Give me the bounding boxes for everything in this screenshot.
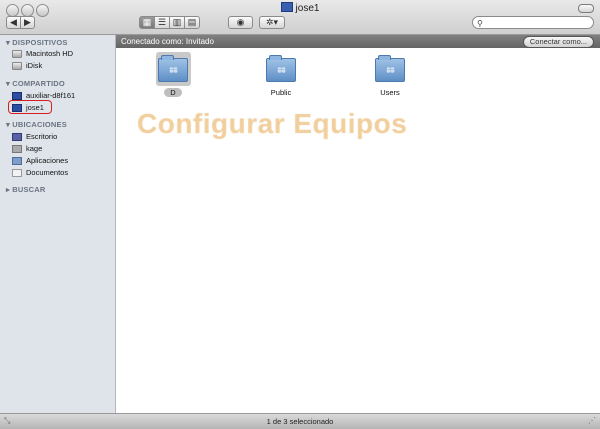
applications-icon [12, 156, 22, 165]
sidebar-item-label: Documentos [26, 168, 69, 177]
sidebar-item-documentos[interactable]: Documentos [12, 167, 68, 178]
connected-as-label: Conectado como: Invitado [121, 37, 214, 46]
sidebar-item-aplicaciones[interactable]: Aplicaciones [12, 155, 68, 166]
sidebar-item-label: kage [26, 144, 43, 153]
search-icon: ⚲ [477, 19, 483, 28]
window-title: jose1 [0, 2, 600, 14]
eye-icon: ◉ [236, 17, 245, 27]
list-view-button[interactable]: ☰ [154, 16, 170, 29]
column-view-button[interactable]: ▥ [169, 16, 185, 29]
icon-view-button[interactable]: ▦ [139, 16, 155, 29]
icon-view-icon: ▦ [142, 17, 152, 27]
selection-count: 1 de 3 seleccionado [266, 417, 334, 426]
shared-folder-icon [375, 55, 405, 82]
connect-as-button[interactable]: Conectar como... [522, 36, 594, 48]
sidebar-item-label: Escritorio [26, 132, 58, 141]
section-title: BUSCAR [12, 185, 46, 194]
network-computer-icon [12, 91, 22, 100]
home-icon [12, 144, 22, 153]
shared-folder-icon [158, 55, 188, 82]
title-bar: jose1 ◀ ▶ ▦ ☰ ▥ ▤ ◉ ✲▾ ⚲ [0, 0, 600, 35]
back-button[interactable]: ◀ [6, 16, 21, 29]
sidebar-section-buscar[interactable]: ▸ BUSCAR [6, 185, 46, 194]
connection-bar: Conectado como: Invitado Conectar como..… [116, 35, 600, 48]
action-menu-button[interactable]: ✲▾ [259, 16, 285, 29]
window-resize-icon[interactable]: ⋰ [588, 416, 596, 425]
coverflow-view-button[interactable]: ▤ [184, 16, 200, 29]
folder-label: D [164, 88, 182, 97]
documents-icon [12, 168, 22, 177]
sidebar: ▾ DISPOSITIVOS Macintosh HD iDisk ▾ COMP… [0, 35, 116, 413]
hard-drive-icon [12, 49, 22, 58]
forward-arrow-icon: ▶ [24, 17, 31, 27]
desktop-icon [12, 132, 22, 141]
file-browser-area[interactable]: D Public Users Configurar Equipos [116, 48, 600, 413]
watermark-text: Configurar Equipos [137, 108, 408, 139]
column-view-icon: ▥ [172, 17, 182, 27]
idisk-icon [12, 61, 22, 70]
coverflow-view-icon: ▤ [187, 17, 197, 27]
section-title: UBICACIONES [12, 120, 67, 129]
gear-icon: ✲▾ [265, 17, 279, 27]
section-title: DISPOSITIVOS [12, 38, 68, 47]
folder-d[interactable]: D [143, 55, 203, 97]
folder-label: Public [270, 88, 292, 97]
sidebar-item-label: auxiliar-d8f161 [26, 91, 76, 100]
folder-public[interactable]: Public [251, 55, 311, 97]
sidebar-section-compartido[interactable]: ▾ COMPARTIDO [6, 79, 65, 88]
section-title: COMPARTIDO [12, 79, 65, 88]
sidebar-item-idisk[interactable]: iDisk [12, 60, 42, 71]
toolbar-toggle-button[interactable] [578, 4, 594, 13]
sidebar-item-kage[interactable]: kage [12, 143, 42, 154]
sidebar-section-dispositivos[interactable]: ▾ DISPOSITIVOS [6, 38, 68, 47]
sidebar-item-escritorio[interactable]: Escritorio [12, 131, 57, 142]
folder-label: Users [380, 88, 400, 97]
back-arrow-icon: ◀ [10, 17, 17, 27]
forward-button[interactable]: ▶ [20, 16, 35, 29]
sidebar-item-label: Aplicaciones [26, 156, 69, 165]
status-bar: ⤡ 1 de 3 seleccionado ⋰ [0, 413, 600, 429]
search-input[interactable] [487, 17, 587, 28]
network-computer-icon [280, 2, 293, 12]
sidebar-section-ubicaciones[interactable]: ▾ UBICACIONES [6, 120, 67, 129]
shared-folder-icon [266, 55, 296, 82]
folder-users[interactable]: Users [360, 55, 420, 97]
finder-window: jose1 ◀ ▶ ▦ ☰ ▥ ▤ ◉ ✲▾ ⚲ ▾ DISPOSITIVOS … [0, 0, 600, 429]
sidebar-item-label: Macintosh HD [26, 49, 74, 58]
selection-highlight-ring [8, 100, 52, 114]
search-field[interactable]: ⚲ [472, 16, 594, 29]
sidebar-item-label: iDisk [26, 61, 43, 70]
quick-look-button[interactable]: ◉ [228, 16, 253, 29]
sidebar-item-macintosh-hd[interactable]: Macintosh HD [12, 48, 73, 59]
window-title-text: jose1 [295, 3, 320, 14]
list-view-icon: ☰ [157, 17, 167, 27]
